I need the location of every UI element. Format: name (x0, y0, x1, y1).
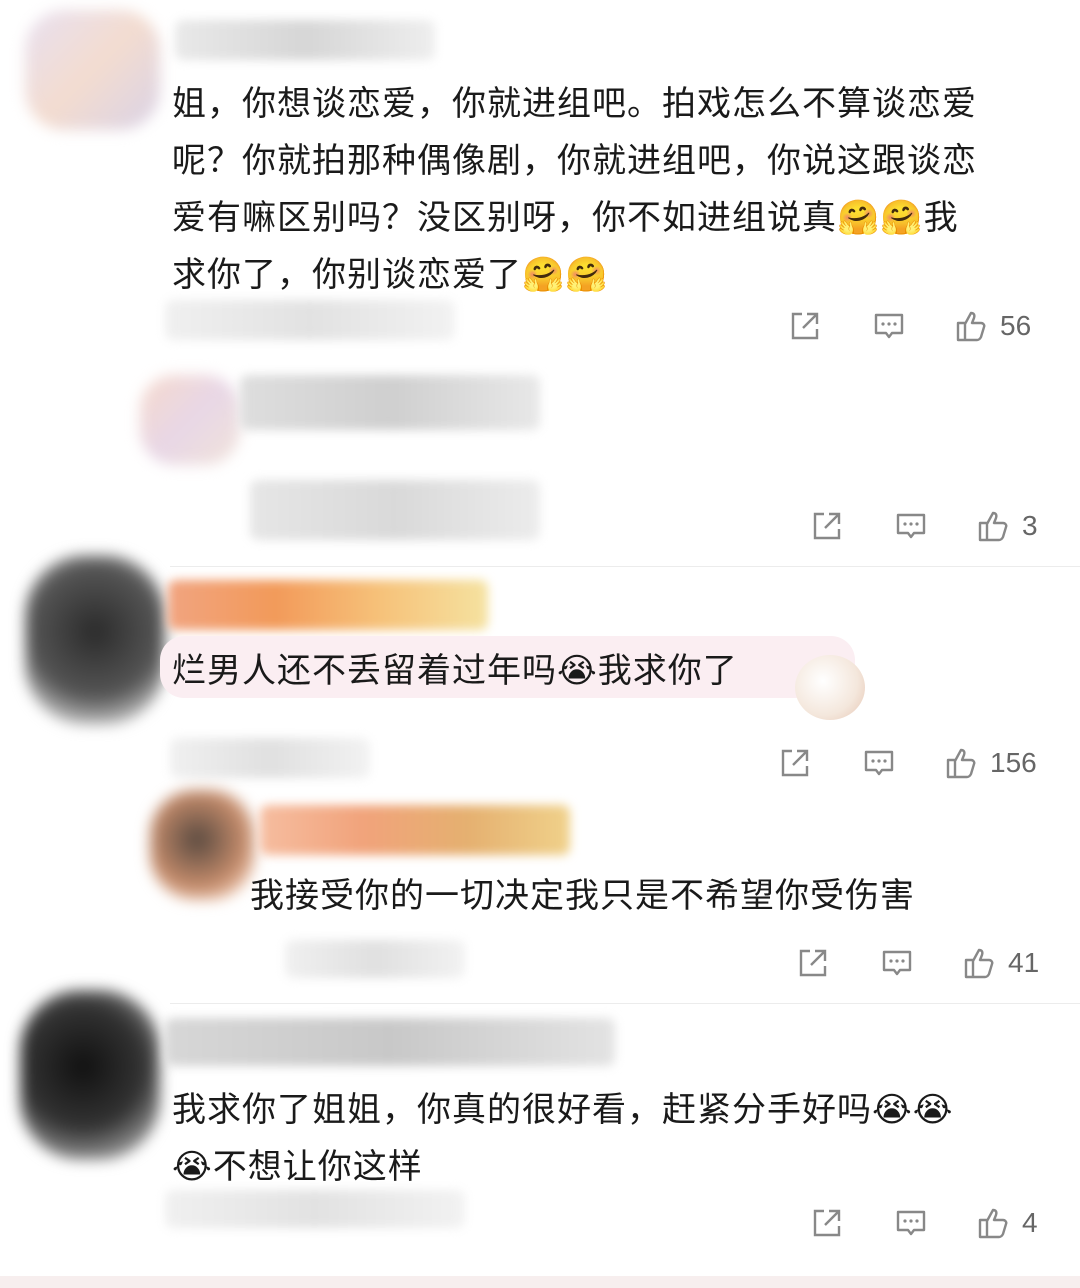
share-icon[interactable] (778, 746, 812, 780)
like-count: 41 (1008, 947, 1040, 978)
thumbs-up-icon[interactable] (944, 746, 978, 780)
sticker-icon (795, 655, 865, 720)
username[interactable] (240, 375, 540, 430)
like-count: 56 (1000, 310, 1032, 341)
comment-icon[interactable] (894, 1206, 928, 1240)
comment-actions: 156 (778, 743, 1037, 783)
comment-icon[interactable] (862, 746, 896, 780)
comment-icon[interactable] (872, 309, 906, 343)
avatar[interactable] (20, 990, 160, 1160)
username[interactable] (168, 580, 488, 630)
bottom-strip (0, 1276, 1080, 1288)
username[interactable] (260, 805, 570, 855)
username[interactable] (165, 1018, 615, 1066)
timestamp (170, 738, 370, 778)
comment-icon[interactable] (880, 946, 914, 980)
comment-actions: 4 (810, 1203, 1038, 1243)
comment-text (250, 480, 540, 540)
share-icon[interactable] (796, 946, 830, 980)
comment-text: 姐，你想谈恋爱，你就进组吧。拍戏怎么不算谈恋爱 呢？你就拍那种偶像剧，你就进组吧… (172, 84, 977, 295)
comment-actions: 41 (796, 943, 1039, 983)
username[interactable] (175, 20, 435, 60)
comment-actions: 3 (810, 506, 1038, 546)
thumbs-up-icon[interactable] (976, 509, 1010, 543)
avatar[interactable] (25, 10, 160, 130)
share-icon[interactable] (810, 509, 844, 543)
divider (170, 566, 1080, 567)
timestamp (165, 300, 455, 340)
thumbs-up-icon[interactable] (976, 1206, 1010, 1240)
thumbs-up-icon[interactable] (954, 309, 988, 343)
like-count: 156 (990, 747, 1037, 778)
divider (170, 1003, 1080, 1004)
share-icon[interactable] (810, 1206, 844, 1240)
comment-text: 我求你了姐姐，你真的很好看，赶紧分手好吗😭😭 😭不想让你这样 (172, 1090, 954, 1187)
timestamp (165, 1190, 465, 1228)
share-icon[interactable] (788, 309, 822, 343)
thumbs-up-icon[interactable] (962, 946, 996, 980)
avatar[interactable] (150, 790, 255, 900)
like-count: 4 (1022, 1207, 1038, 1238)
comment-text: 我接受你的一切决定我只是不希望你受伤害 (250, 876, 915, 916)
like-count: 3 (1022, 510, 1038, 541)
timestamp (285, 940, 465, 978)
avatar[interactable] (140, 375, 240, 465)
comment-icon[interactable] (894, 509, 928, 543)
comment-actions: 56 (788, 306, 1031, 346)
avatar[interactable] (25, 555, 165, 725)
comment-text: 烂男人还不丢留着过年吗😭我求你了 (172, 651, 738, 691)
